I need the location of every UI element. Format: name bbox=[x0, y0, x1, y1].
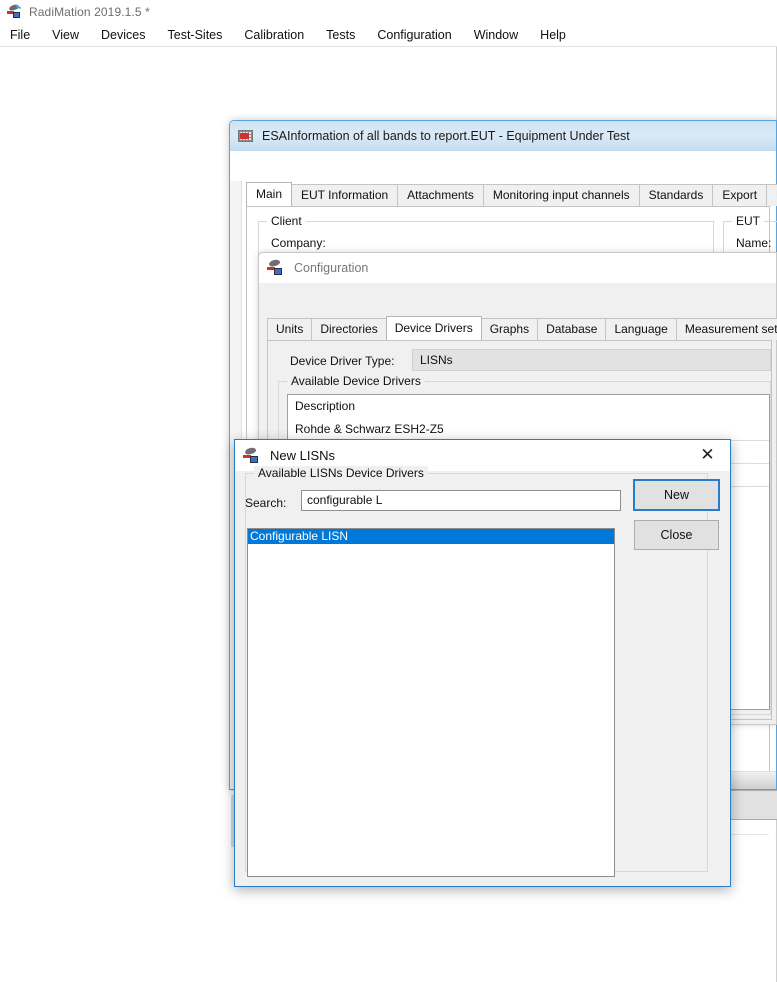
menu-item-file[interactable]: File bbox=[0, 25, 41, 45]
menu-item-window[interactable]: Window bbox=[463, 25, 529, 45]
client-groupbox-label: Client bbox=[267, 214, 306, 228]
label-company: Company: bbox=[271, 236, 326, 250]
menu-item-configuration[interactable]: Configuration bbox=[366, 25, 462, 45]
configuration-tabstrip: Units Directories Device Drivers Graphs … bbox=[267, 318, 776, 340]
list-item[interactable]: Configurable LISN bbox=[248, 529, 614, 544]
tab-device-drivers[interactable]: Device Drivers bbox=[386, 316, 482, 340]
new-lisns-dialog[interactable]: New LISNs ✕ Available LISNs Device Drive… bbox=[234, 439, 731, 887]
tab-monitoring-input-channels[interactable]: Monitoring input channels bbox=[483, 184, 640, 206]
table-column-header-description: Description bbox=[288, 395, 769, 418]
tab-attachments[interactable]: Attachments bbox=[397, 184, 484, 206]
menu-item-view[interactable]: View bbox=[41, 25, 90, 45]
radimation-icon bbox=[6, 4, 22, 20]
tab-database[interactable]: Database bbox=[537, 318, 606, 340]
tab-measurement-settings[interactable]: Measurement settings bbox=[676, 318, 777, 340]
eut-window-titlebar[interactable]: ESAInformation of all bands to report.EU… bbox=[230, 121, 776, 151]
tab-main[interactable]: Main bbox=[246, 182, 292, 206]
available-lisns-groupbox-label: Available LISNs Device Drivers bbox=[254, 466, 428, 480]
application-menubar: File View Devices Test-Sites Calibration… bbox=[0, 23, 777, 47]
tab-directories[interactable]: Directories bbox=[311, 318, 386, 340]
configuration-titlebar[interactable]: Configuration bbox=[259, 253, 776, 283]
close-button[interactable]: Close bbox=[634, 520, 719, 550]
eut-groupbox-label: EUT bbox=[732, 214, 764, 228]
table-row[interactable]: Rohde & Schwarz ESH2-Z5 bbox=[288, 418, 769, 441]
new-button[interactable]: New bbox=[634, 480, 719, 510]
device-driver-icon bbox=[243, 448, 261, 464]
device-driver-type-label: Device Driver Type: bbox=[290, 354, 394, 368]
tab-units[interactable]: Units bbox=[267, 318, 312, 340]
configuration-icon bbox=[267, 260, 285, 276]
device-driver-type-combo[interactable]: LISNs bbox=[412, 349, 771, 371]
tab-eut-information[interactable]: EUT Information bbox=[291, 184, 398, 206]
lisn-driver-listbox[interactable]: Configurable LISN bbox=[247, 528, 615, 877]
configuration-title: Configuration bbox=[294, 261, 368, 275]
tab-language[interactable]: Language bbox=[605, 318, 676, 340]
search-input[interactable]: configurable L bbox=[301, 490, 621, 511]
tab-export[interactable]: Export bbox=[712, 184, 767, 206]
menu-item-tests[interactable]: Tests bbox=[315, 25, 366, 45]
eut-icon bbox=[238, 129, 254, 143]
tab-graphs[interactable]: Graphs bbox=[481, 318, 538, 340]
available-device-drivers-label: Available Device Drivers bbox=[287, 374, 425, 388]
menu-item-test-sites[interactable]: Test-Sites bbox=[157, 25, 234, 45]
tab-reports[interactable]: Reports bbox=[766, 184, 777, 206]
menu-item-devices[interactable]: Devices bbox=[90, 25, 156, 45]
application-title: RadiMation 2019.1.5 * bbox=[29, 5, 150, 19]
menu-item-calibration[interactable]: Calibration bbox=[233, 25, 315, 45]
menu-item-help[interactable]: Help bbox=[529, 25, 577, 45]
application-titlebar: RadiMation 2019.1.5 * bbox=[0, 0, 777, 23]
label-name: Name: bbox=[736, 236, 771, 250]
eut-tabstrip: Main EUT Information Attachments Monitor… bbox=[246, 184, 776, 206]
new-lisns-title: New LISNs bbox=[270, 448, 335, 463]
search-label: Search: bbox=[245, 496, 286, 510]
eut-window-title: ESAInformation of all bands to report.EU… bbox=[262, 129, 630, 143]
tab-standards[interactable]: Standards bbox=[639, 184, 714, 206]
close-icon[interactable]: ✕ bbox=[685, 440, 730, 470]
